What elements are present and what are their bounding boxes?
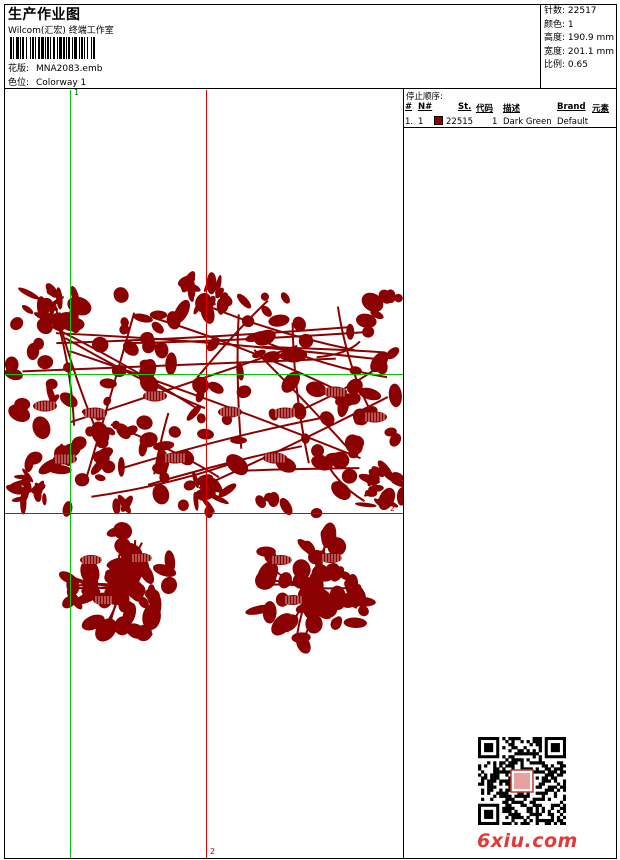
- color-swatch: [434, 116, 443, 125]
- col-header-brand: Brand: [557, 102, 586, 112]
- row-description: Dark Green: [503, 117, 552, 127]
- red-guide-label-bottom: 2: [210, 847, 216, 856]
- color-count: 颜色: 1: [544, 19, 574, 30]
- col-header-code: 代码: [476, 104, 494, 114]
- colorway-value: Colorway 1: [36, 78, 87, 88]
- green-guide-vertical: [70, 90, 71, 858]
- green-guide-label-top: 1: [74, 88, 80, 97]
- stitch-count: 针数: 22517: [544, 6, 597, 16]
- row-stitches: 22515: [446, 117, 474, 127]
- design-file-label: 花版:: [8, 64, 30, 74]
- row-index: 1.: [405, 117, 414, 127]
- barcode: [10, 37, 142, 59]
- colorway-row: 色位: Colorway 1: [8, 75, 86, 88]
- page-title: 生产作业图: [8, 7, 81, 23]
- embroidery-design: [5, 271, 403, 654]
- col-header-index: #: [405, 102, 413, 112]
- row-needle: 1: [418, 117, 424, 127]
- green-guide-label-left: 1: [7, 366, 13, 375]
- design-width: 宽度: 201.1 mm: [544, 46, 615, 57]
- qr-code: [478, 737, 566, 825]
- design-canvas: 1 1 2 2: [5, 88, 403, 858]
- row-code: 1: [492, 117, 498, 127]
- red-guide-horizontal: [5, 513, 403, 514]
- colorway-label: 色位:: [8, 78, 30, 88]
- stop-sequence-caption: 停止顺序:: [406, 92, 443, 102]
- green-guide-horizontal: [5, 374, 403, 375]
- col-header-needle: N#: [418, 102, 433, 112]
- col-header-description: 描述: [503, 104, 521, 114]
- design-scale: 比例: 0.65: [544, 60, 588, 70]
- table-divider: [404, 127, 617, 128]
- header: 生产作业图 Wilcom(汇宏) 终端工作室 花版: MNA2083.emb 色位…: [4, 4, 617, 89]
- col-header-stitches: St.: [458, 102, 472, 112]
- design-info-panel: 针数: 22517 颜色: 1 高度: 190.9 mm 宽度: 201.1 m…: [540, 4, 617, 88]
- red-guide-vertical: [206, 90, 207, 858]
- watermark-logo: 6xiu.com: [477, 830, 578, 852]
- software-name: Wilcom(汇宏) 终端工作室: [8, 26, 114, 36]
- row-brand: Default: [557, 117, 589, 127]
- design-height: 高度: 190.9 mm: [544, 33, 615, 43]
- red-guide-label-right: 2: [390, 504, 396, 513]
- design-file-value: MNA2083.emb: [36, 64, 103, 74]
- col-header-element: 元素: [592, 104, 610, 114]
- design-file-row: 花版: MNA2083.emb: [8, 61, 102, 74]
